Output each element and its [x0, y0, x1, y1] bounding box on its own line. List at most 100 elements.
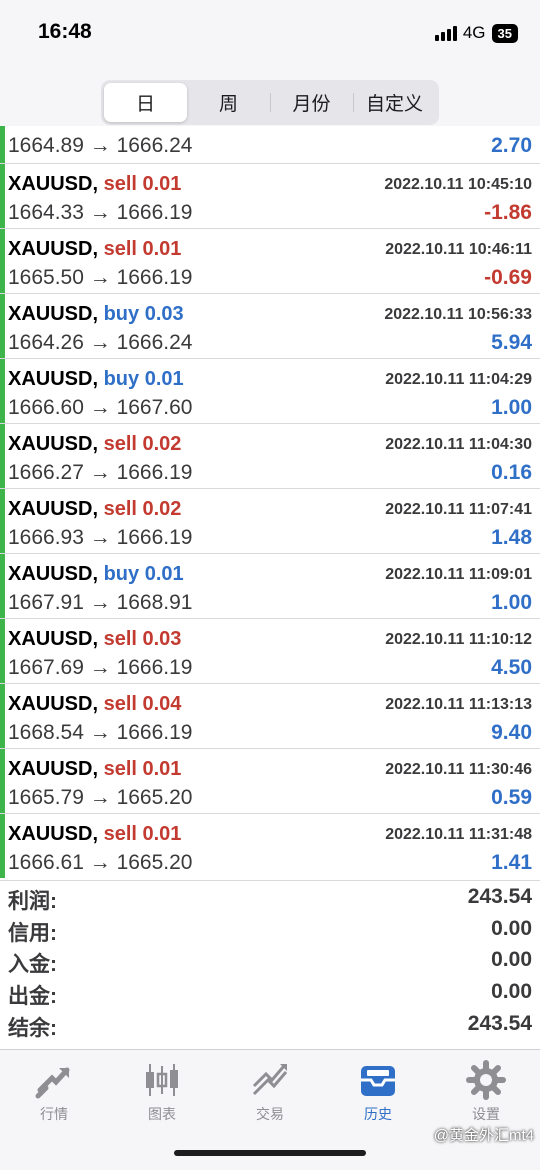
- trade-title: XAUUSD, buy 0.01: [8, 368, 184, 391]
- trade-profit: 0.16: [491, 461, 532, 484]
- trade-datetime: 2022.10.11 11:07:41: [385, 501, 532, 518]
- trade-prices: 1666.60 → 1667.60: [8, 396, 193, 419]
- summary-row: 出金: 0.00: [0, 976, 540, 1008]
- trade-row[interactable]: XAUUSD, sell 0.01 2022.10.11 10:45:10 1664…: [0, 164, 540, 229]
- tab-label: 图表: [148, 1106, 176, 1122]
- trade-title: XAUUSD, sell 0.02: [8, 433, 181, 456]
- trade-row[interactable]: XAUUSD, sell 0.04 2022.10.11 11:13:13 1668…: [0, 684, 540, 749]
- trade-prices: 1664.89 → 1666.24: [8, 134, 193, 157]
- trade-side: sell 0.01: [103, 238, 182, 260]
- segment-custom[interactable]: 自定义: [353, 83, 436, 122]
- summary-row: 利润: 243.54: [0, 881, 540, 913]
- trade-profit: 9.40: [491, 721, 532, 744]
- chart-icon: [146, 1064, 178, 1096]
- tab-label: 历史: [364, 1106, 392, 1122]
- summary-value: 0.00: [491, 980, 532, 1004]
- status-indicators: 4G 35: [434, 23, 518, 43]
- trade-row[interactable]: 1664.89 → 1666.24 2.70: [0, 126, 540, 164]
- summary-row: 结余: 243.54: [0, 1008, 540, 1040]
- summary-value: 243.54: [467, 885, 532, 908]
- trade-symbol: XAUUSD,: [8, 238, 99, 260]
- tab-label: 行情: [40, 1106, 68, 1122]
- trade-profit: 2.70: [491, 134, 532, 157]
- trade-title: XAUUSD, sell 0.01: [8, 238, 181, 261]
- trade-history-list[interactable]: 1664.89 → 1666.24 2.70 XAUUSD, sell 0.01…: [0, 126, 540, 878]
- quotes-icon: [35, 1067, 70, 1099]
- battery-icon: 35: [491, 23, 518, 43]
- trade-datetime: 2022.10.11 11:31:48: [385, 826, 532, 843]
- period-header: 日 周 月份 自定义: [0, 66, 540, 126]
- trade-row[interactable]: XAUUSD, buy 0.03 2022.10.11 10:56:33 1664.…: [0, 294, 540, 359]
- trade-datetime: 2022.10.11 11:30:46: [385, 761, 532, 778]
- trade-prices: 1665.79 → 1665.20: [8, 786, 193, 809]
- trade-symbol: XAUUSD,: [8, 498, 99, 520]
- trade-side: sell 0.02: [103, 498, 182, 520]
- trade-title: XAUUSD, sell 0.01: [8, 758, 181, 781]
- trade-title: XAUUSD, sell 0.02: [8, 498, 181, 521]
- trade-symbol: XAUUSD,: [8, 303, 99, 325]
- trade-side: buy 0.01: [103, 563, 184, 585]
- trade-side: sell 0.03: [103, 628, 182, 650]
- tab-label: 交易: [256, 1106, 284, 1122]
- trade-prices: 1665.50 → 1666.19: [8, 266, 193, 289]
- trade-prices: 1666.27 → 1666.19: [8, 461, 193, 484]
- summary-value: 0.00: [491, 916, 532, 940]
- trade-datetime: 2022.10.11 11:13:13: [385, 696, 532, 713]
- trade-title: XAUUSD, buy 0.03: [8, 303, 184, 326]
- trade-title: XAUUSD, sell 0.01: [8, 173, 181, 196]
- trade-side: sell 0.01: [103, 758, 182, 780]
- trade-symbol: XAUUSD,: [8, 368, 99, 390]
- trade-prices: 1664.26 → 1666.24: [8, 331, 193, 354]
- trade-side: sell 0.02: [103, 433, 182, 455]
- trade-title: XAUUSD, sell 0.03: [8, 628, 181, 651]
- trade-profit: -0.69: [484, 266, 532, 289]
- summary-row: 入金: 0.00: [0, 944, 540, 976]
- trade-symbol: XAUUSD,: [8, 758, 99, 780]
- trade-title: XAUUSD, sell 0.01: [8, 823, 181, 846]
- watermark: @黄金外汇mt4: [433, 1127, 534, 1144]
- trade-row[interactable]: XAUUSD, sell 0.01 2022.10.11 11:31:48 1666…: [0, 814, 540, 878]
- tab-quotes[interactable]: 行情: [0, 1050, 108, 1170]
- trade-prices: 1666.93 → 1666.19: [8, 526, 193, 549]
- trade-side: buy 0.01: [103, 368, 184, 390]
- segment-day[interactable]: 日: [104, 83, 187, 122]
- status-bar: 16:48 4G 35: [0, 0, 540, 66]
- trade-icon: [252, 1064, 288, 1096]
- trade-row[interactable]: XAUUSD, sell 0.02 2022.10.11 11:07:41 1666…: [0, 489, 540, 554]
- trade-profit: 1.48: [491, 526, 532, 549]
- trade-profit: -1.86: [484, 201, 532, 224]
- segment-month[interactable]: 月份: [270, 83, 353, 122]
- trade-profit: 4.50: [491, 656, 532, 679]
- trade-prices: 1666.61 → 1665.20: [8, 851, 193, 874]
- home-indicator[interactable]: [174, 1150, 366, 1156]
- trade-symbol: XAUUSD,: [8, 823, 99, 845]
- trade-row[interactable]: XAUUSD, sell 0.02 2022.10.11 11:04:30 1666…: [0, 424, 540, 489]
- summary-label: 入金:: [8, 953, 57, 977]
- account-summary: 利润: 243.54 信用: 0.00 入金: 0.00 出金: 0.00 结余: 243.54: [0, 880, 540, 1048]
- trade-row[interactable]: XAUUSD, buy 0.01 2022.10.11 11:09:01 1667.…: [0, 554, 540, 619]
- trade-datetime: 2022.10.11 11:04:29: [385, 371, 532, 388]
- trade-symbol: XAUUSD,: [8, 433, 99, 455]
- trade-row[interactable]: XAUUSD, sell 0.03 2022.10.11 11:10:12 1667…: [0, 619, 540, 684]
- tab-settings[interactable]: 设置: [432, 1050, 540, 1170]
- trade-profit: 0.59: [491, 786, 532, 809]
- trade-symbol: XAUUSD,: [8, 563, 99, 585]
- trade-profit: 1.00: [491, 591, 532, 614]
- trade-row[interactable]: XAUUSD, buy 0.01 2022.10.11 11:04:29 1666.…: [0, 359, 540, 424]
- summary-label: 利润:: [8, 890, 57, 913]
- trade-profit: 5.94: [491, 331, 532, 354]
- summary-value: 0.00: [491, 948, 532, 972]
- trade-row[interactable]: XAUUSD, sell 0.01 2022.10.11 10:46:11 1665…: [0, 229, 540, 294]
- trade-prices: 1667.69 → 1666.19: [8, 656, 193, 679]
- signal-icon: [434, 25, 457, 41]
- trade-row[interactable]: XAUUSD, sell 0.01 2022.10.11 11:30:46 1665…: [0, 749, 540, 814]
- trade-side: sell 0.04: [103, 693, 182, 715]
- trade-symbol: XAUUSD,: [8, 628, 99, 650]
- trade-datetime: 2022.10.11 10:46:11: [385, 241, 532, 258]
- trade-profit: 1.00: [491, 396, 532, 419]
- trade-datetime: 2022.10.11 11:10:12: [385, 631, 532, 648]
- segment-week[interactable]: 周: [187, 83, 270, 122]
- trade-datetime: 2022.10.11 11:04:30: [385, 436, 532, 453]
- trade-datetime: 2022.10.11 10:56:33: [384, 306, 532, 323]
- status-time: 16:48: [38, 20, 92, 43]
